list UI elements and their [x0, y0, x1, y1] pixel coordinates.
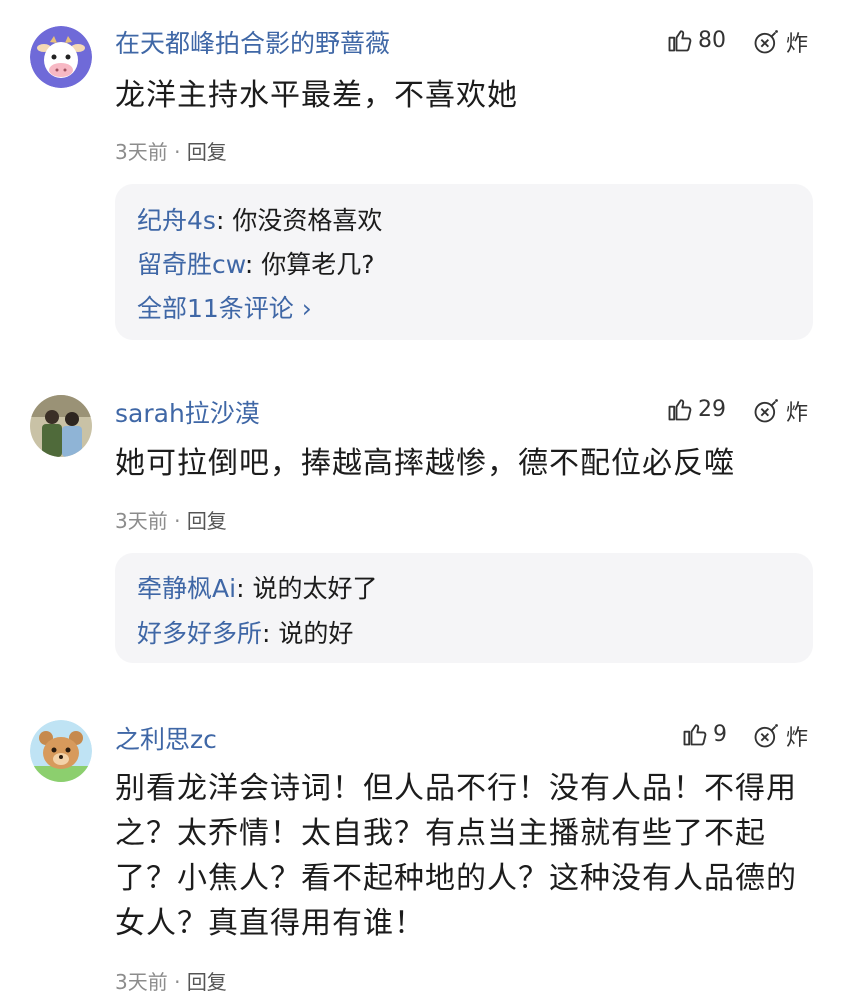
like-count: 9: [713, 721, 727, 747]
bomb-icon: [754, 399, 778, 423]
comment-text: 龙洋主持水平最差，不喜欢她: [115, 78, 518, 113]
reply-colon: :: [215, 206, 233, 235]
view-all-replies-link[interactable]: 全部11条评论 ›: [137, 289, 312, 325]
meta-separator: ·: [174, 970, 181, 994]
reply-item[interactable]: 留奇胜cw: 你算老几?: [137, 245, 374, 281]
blast-button[interactable]: 炸: [752, 26, 808, 58]
like-button[interactable]: 9: [681, 720, 727, 748]
avatar[interactable]: [30, 26, 92, 88]
bomb-icon: [754, 724, 778, 748]
comment-meta: 3天前 · 回复: [115, 505, 227, 534]
thumbs-up-icon: [668, 399, 692, 421]
meta-separator: ·: [174, 140, 181, 164]
comment-text-line: 之？太乔情！太自我？有点当主播就有些了不起: [115, 816, 766, 851]
blast-button[interactable]: 炸: [752, 395, 808, 427]
reply-preview-box[interactable]: 纪舟4s: 你没资格喜欢 留奇胜cw: 你算老几? 全部11条评论 ›: [115, 184, 813, 340]
comment-time: 3天前: [115, 970, 168, 994]
thumbs-up-icon: [683, 724, 707, 746]
reply-colon: :: [244, 250, 262, 279]
reply-username[interactable]: 牵静枫Ai: [137, 574, 236, 603]
comment-meta: 3天前 · 回复: [115, 136, 227, 165]
meta-separator: ·: [174, 509, 181, 533]
comment-text: 她可拉倒吧，捧越高摔越惨，德不配位必反噬: [115, 446, 735, 481]
username[interactable]: 之利思zc: [115, 720, 217, 756]
reply-button[interactable]: 回复: [187, 970, 227, 994]
comment-text: 别看龙洋会诗词！但人品不行！没有人品！不得用 之？太乔情！太自我？有点当主播就有…: [115, 766, 815, 946]
photo-avatar-icon: [30, 395, 92, 457]
reply-text: 你没资格喜欢: [232, 206, 383, 235]
username[interactable]: sarah拉沙漠: [115, 394, 260, 430]
bomb-icon: [754, 30, 778, 54]
cartoon-bear-avatar-icon: [30, 720, 92, 782]
blast-button[interactable]: 炸: [752, 720, 808, 752]
like-button[interactable]: 80: [666, 26, 726, 54]
reply-text: 说的太好了: [252, 574, 378, 603]
like-button[interactable]: 29: [666, 395, 726, 423]
reply-item[interactable]: 纪舟4s: 你没资格喜欢: [137, 201, 382, 237]
like-count: 29: [698, 396, 726, 422]
thumbs-up-icon: [668, 30, 692, 52]
blast-label: 炸: [786, 726, 809, 751]
avatar[interactable]: [30, 395, 92, 457]
comment-text-line: 女人？真直得用有谁！: [115, 906, 425, 941]
reply-username[interactable]: 好多好多所: [137, 619, 262, 648]
comment-text-line: 了？小焦人？看不起种地的人？这种没有人品德的: [115, 861, 797, 896]
reply-preview-box[interactable]: 牵静枫Ai: 说的太好了 好多好多所: 说的好: [115, 553, 813, 663]
blast-label: 炸: [786, 401, 809, 426]
reply-item[interactable]: 好多好多所: 说的好: [137, 614, 353, 650]
reply-text: 说的好: [278, 619, 354, 648]
cartoon-cow-avatar-icon: [30, 26, 92, 88]
reply-username[interactable]: 纪舟4s: [137, 206, 216, 235]
reply-button[interactable]: 回复: [187, 140, 227, 164]
reply-text: 你算老几?: [261, 250, 375, 279]
reply-username[interactable]: 留奇胜cw: [137, 250, 245, 279]
reply-colon: :: [236, 574, 253, 603]
comment-time: 3天前: [115, 509, 168, 533]
avatar[interactable]: [30, 720, 92, 782]
comment-time: 3天前: [115, 140, 168, 164]
comment-text-line: 别看龙洋会诗词！但人品不行！没有人品！不得用: [115, 771, 797, 806]
blast-label: 炸: [786, 32, 809, 57]
reply-button[interactable]: 回复: [187, 509, 227, 533]
username[interactable]: 在天都峰拍合影的野蔷薇: [115, 24, 390, 60]
comment-meta: 3天前 · 回复: [115, 966, 227, 995]
like-count: 80: [698, 27, 726, 53]
reply-item[interactable]: 牵静枫Ai: 说的太好了: [137, 569, 377, 605]
reply-colon: :: [262, 619, 279, 648]
